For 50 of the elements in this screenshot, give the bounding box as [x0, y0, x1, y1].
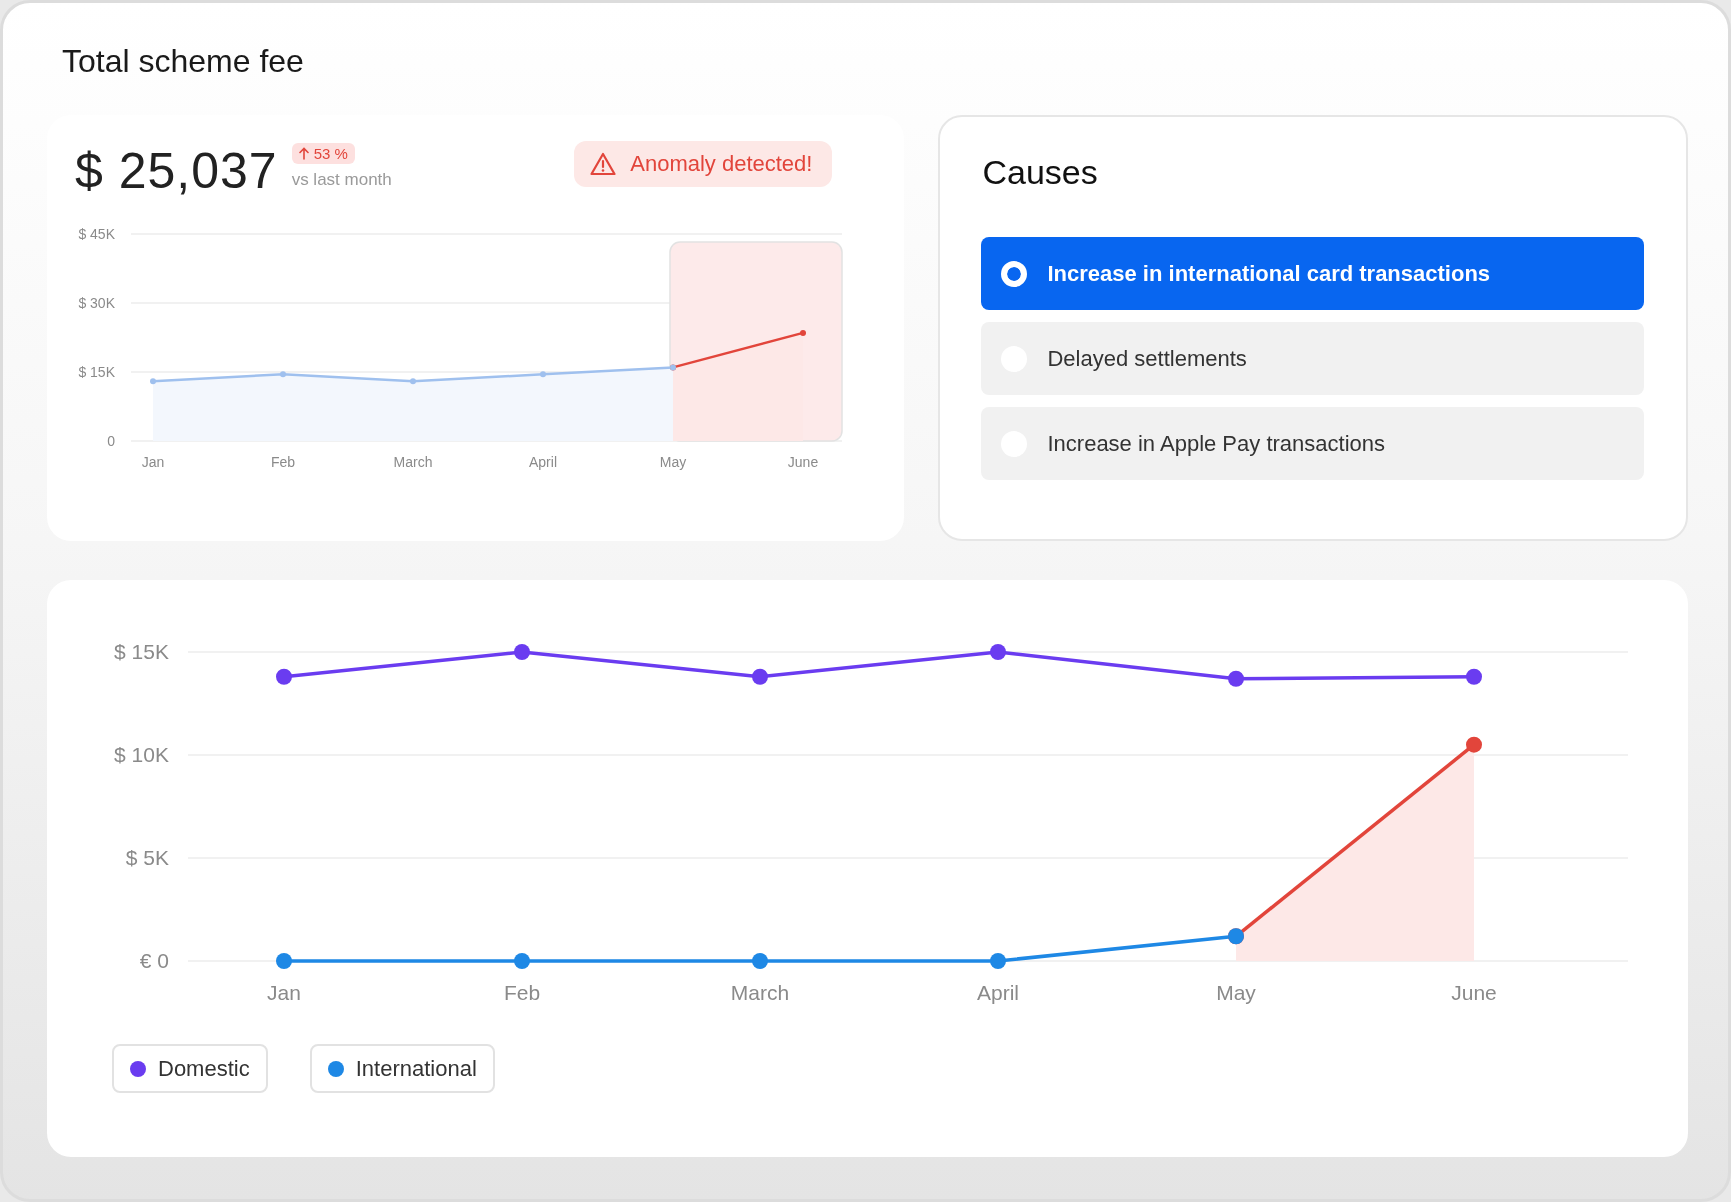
- axis-label: March: [393, 454, 433, 470]
- data-point: [752, 668, 768, 685]
- axis-label: $ 30K: [78, 294, 115, 311]
- warning-icon: [590, 152, 617, 176]
- arrow-up-icon: [298, 147, 309, 160]
- cause-option[interactable]: Delayed settlements: [981, 322, 1644, 395]
- axis-label: € 0: [139, 949, 169, 973]
- alert-text: Anomaly detected!: [630, 151, 813, 177]
- comparison-text: vs last month: [291, 170, 392, 190]
- axis-label: $ 5K: [125, 846, 169, 870]
- axis-label: $ 15K: [114, 640, 169, 664]
- data-point: [514, 953, 530, 969]
- axis-label: May: [1216, 981, 1256, 1004]
- axis-label: June: [787, 454, 819, 470]
- data-point: [990, 953, 1006, 969]
- data-point: [276, 953, 292, 969]
- cause-option[interactable]: Increase in Apple Pay transactions: [981, 407, 1644, 480]
- data-point: [752, 953, 768, 969]
- axis-label: $ 15K: [78, 363, 115, 380]
- causes-title: Causes: [981, 152, 1099, 193]
- change-badge: 53 %: [291, 143, 355, 164]
- total-amount: $ 25,037: [75, 142, 278, 201]
- data-point: [514, 644, 530, 660]
- data-point: [1466, 736, 1482, 753]
- legend-item[interactable]: Domestic: [112, 1044, 268, 1093]
- axis-label: Jan: [141, 454, 165, 470]
- axis-label: $ 10K: [114, 743, 169, 767]
- data-point: [280, 371, 286, 378]
- axis-label: April: [529, 454, 557, 470]
- axis-label: $ 45K: [78, 225, 115, 242]
- axis-label: Feb: [503, 981, 541, 1004]
- axis-label: Feb: [270, 454, 296, 470]
- data-point: [410, 378, 416, 385]
- axis-label: June: [1451, 981, 1497, 1004]
- data-point: [1466, 668, 1482, 685]
- axis-label: May: [659, 454, 687, 470]
- data-point: [1228, 670, 1244, 687]
- radio-icon: [1001, 260, 1028, 287]
- data-point: [276, 668, 292, 685]
- axis-label: April: [977, 981, 1019, 1004]
- page-title: Total scheme fee: [62, 43, 305, 81]
- axis-label: Jan: [267, 981, 301, 1004]
- data-point: [150, 378, 156, 385]
- axis-label: 0: [107, 432, 115, 449]
- cause-option[interactable]: Increase in international card transactions: [981, 237, 1644, 310]
- axis-label: March: [730, 981, 790, 1004]
- legend-item[interactable]: International: [309, 1044, 495, 1093]
- data-point: [540, 371, 546, 378]
- data-point: [990, 644, 1006, 660]
- data-point: [800, 329, 806, 336]
